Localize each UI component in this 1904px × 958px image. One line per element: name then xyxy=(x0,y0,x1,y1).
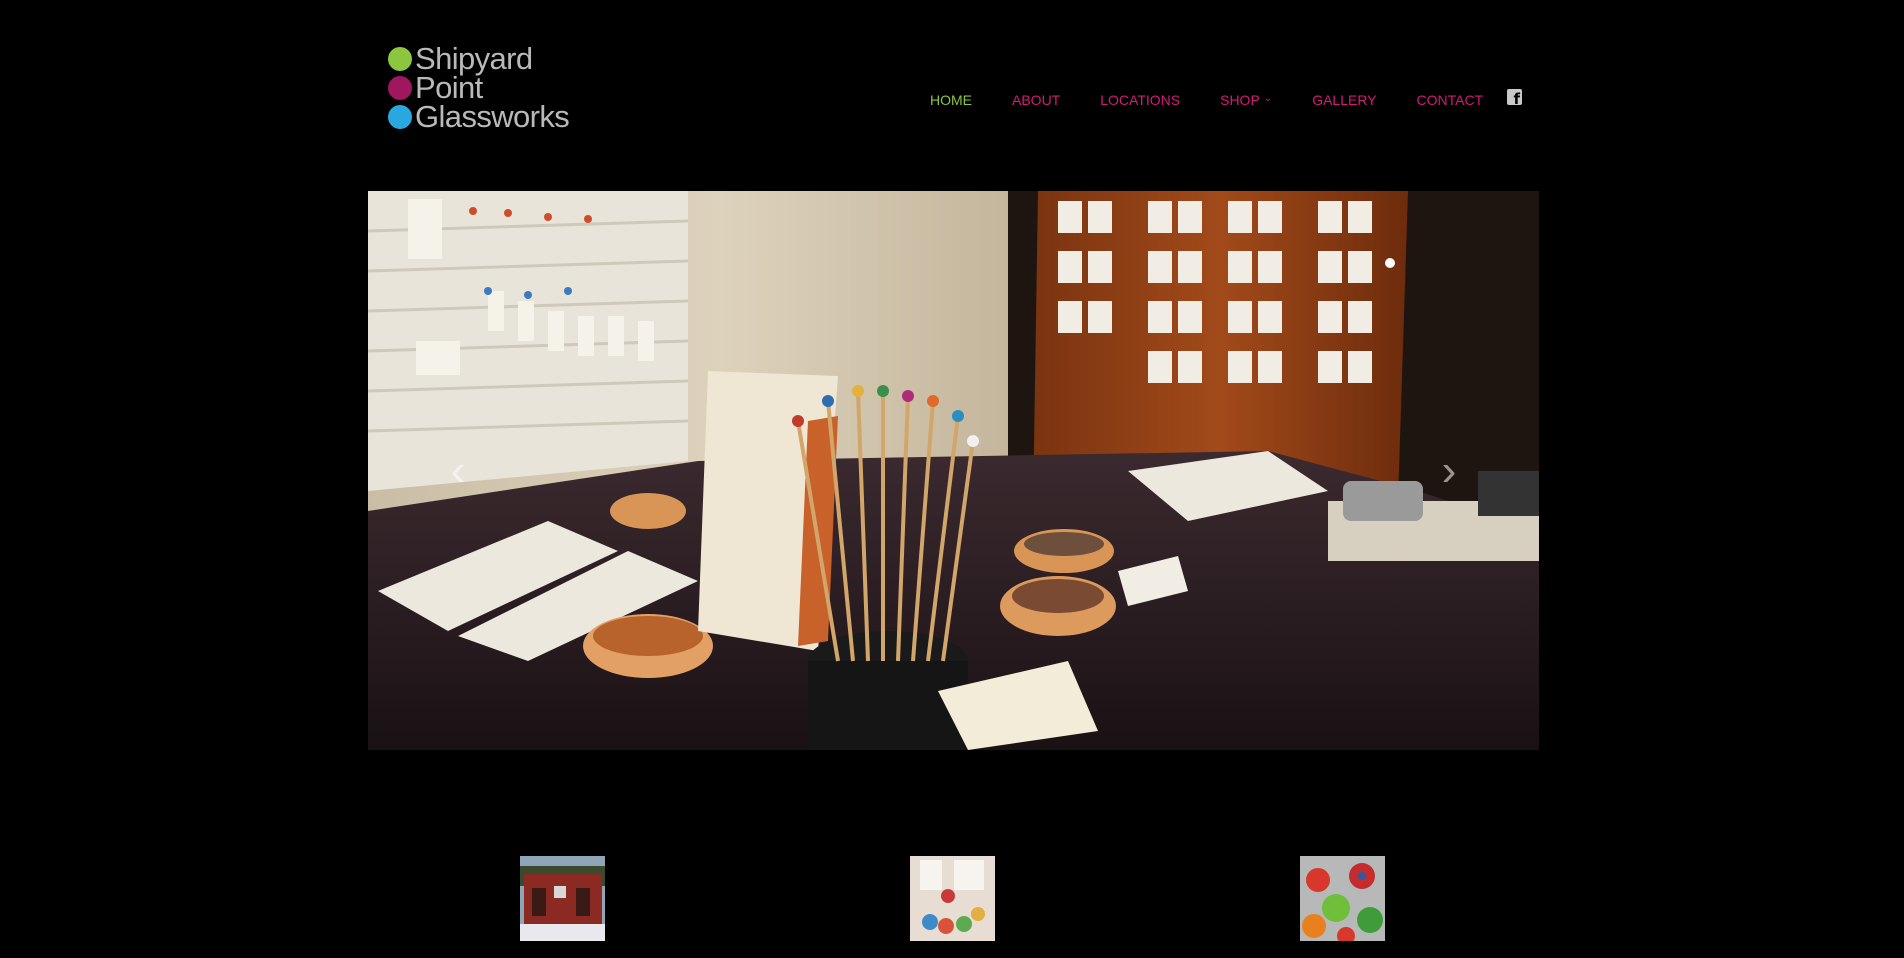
thumbnail-bead-display[interactable] xyxy=(910,856,995,941)
logo-green-dot xyxy=(388,46,412,71)
facebook-icon[interactable]: f xyxy=(1507,89,1522,108)
hero-slider: ‹ › xyxy=(368,191,1539,750)
nav-shop-label: SHOP xyxy=(1220,92,1260,108)
slide-image xyxy=(368,191,1539,750)
slider-prev-arrow[interactable]: ‹ xyxy=(388,191,528,750)
thumbnail-image xyxy=(1300,856,1385,941)
thumbnail-glass-pendants[interactable] xyxy=(1300,856,1385,941)
logo-word-point: Point xyxy=(415,70,483,105)
slider-next-arrow[interactable]: › xyxy=(1379,191,1519,750)
nav-contact[interactable]: CONTACT xyxy=(1417,90,1484,110)
thumbnail-image xyxy=(520,856,605,941)
chevron-down-icon: ⌄ xyxy=(1263,93,1273,104)
nav-locations[interactable]: LOCATIONS xyxy=(1100,90,1180,110)
thumbnail-studio-building[interactable] xyxy=(520,856,605,941)
logo-word-shipyard: Shipyard xyxy=(415,41,533,76)
facebook-glyph: f xyxy=(1513,90,1520,108)
thumbnail-image xyxy=(910,856,995,941)
logo-line-1: Shipyard xyxy=(388,41,569,76)
nav-shop[interactable]: SHOP ⌄ xyxy=(1220,90,1272,110)
logo-line-2: Point xyxy=(388,70,569,105)
logo-magenta-dot xyxy=(388,75,412,100)
nav-gallery[interactable]: GALLERY xyxy=(1312,90,1376,110)
nav-about[interactable]: ABOUT xyxy=(1012,90,1060,110)
site-logo[interactable]: Shipyard Point Glassworks xyxy=(388,41,570,134)
logo-blue-dot xyxy=(388,104,412,129)
main-nav: HOME ABOUT LOCATIONS SHOP ⌄ GALLERY CONT… xyxy=(930,90,1523,110)
logo-word-glassworks: Glassworks xyxy=(415,99,570,134)
logo-line-3: Glassworks xyxy=(388,99,570,134)
nav-home[interactable]: HOME xyxy=(930,90,972,110)
